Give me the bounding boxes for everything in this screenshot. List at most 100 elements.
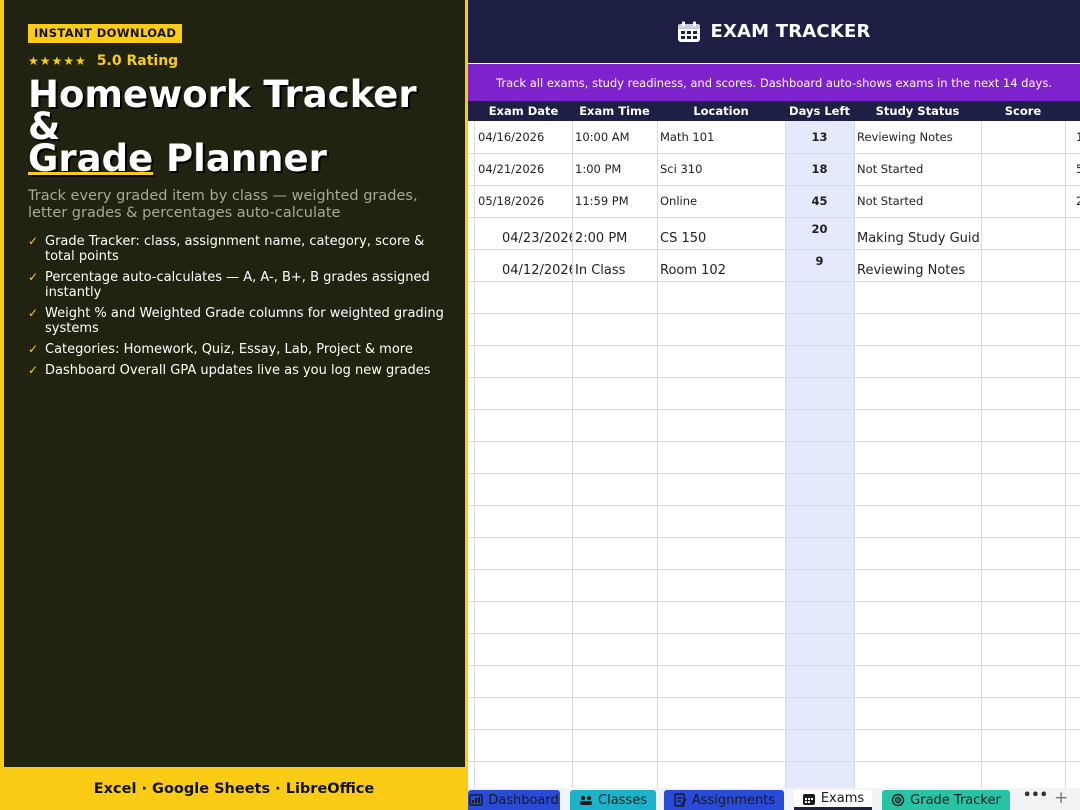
tab-grade-tracker[interactable]: Grade Tracker — [882, 790, 1010, 810]
grid-row-line — [468, 601, 1080, 602]
score-cell[interactable]: 50 — [1076, 162, 1080, 176]
exam-time-cell[interactable]: 1:00 PM — [575, 162, 655, 176]
dashboard-icon — [469, 794, 483, 806]
calendar-icon — [678, 21, 701, 42]
exam-time-cell[interactable]: 2:00 PM — [575, 231, 655, 246]
table-row[interactable]: 04/12/2026 In Class Room 102 9 Reviewing Not… — [468, 249, 1080, 281]
days-left-cell[interactable]: 9 — [785, 254, 854, 268]
feature-text: Percentage auto-calculates — A, A-, B+, … — [45, 270, 430, 300]
check-icon: ✓ — [28, 363, 39, 377]
grid-row-line — [468, 505, 1080, 506]
tab-label: Exams — [820, 791, 865, 806]
location-cell[interactable]: Online — [660, 194, 783, 208]
feature-item: ✓ Grade Tracker: class, assignment name, … — [28, 234, 453, 264]
tab-dashboard[interactable]: Dashboard — [468, 790, 560, 810]
check-icon: ✓ — [28, 342, 39, 356]
exam-date-cell[interactable]: 04/23/2026 — [502, 231, 572, 246]
grid-row-line — [468, 697, 1080, 698]
days-left-cell[interactable]: 18 — [785, 162, 854, 176]
col-study-status-header[interactable]: Study Status — [854, 101, 981, 121]
location-cell[interactable]: Sci 310 — [660, 162, 783, 176]
tab-label: Classes — [598, 792, 647, 808]
feature-text: Weight % and Weighted Grade columns for … — [45, 306, 444, 336]
feature-item: ✓ Categories: Homework, Quiz, Essay, Lab,… — [28, 342, 453, 357]
exam-time-cell[interactable]: 11:59 PM — [575, 194, 655, 208]
exam-date-cell[interactable]: 04/21/2026 — [478, 162, 570, 176]
exams-icon — [802, 793, 815, 805]
tab-classes[interactable]: Classes — [570, 790, 656, 810]
exam-date-cell[interactable]: 04/12/2026 — [502, 263, 572, 278]
more-tabs-button[interactable]: ••• — [1023, 788, 1048, 810]
col-exam-date-header[interactable]: Exam Date — [475, 101, 572, 121]
feature-text: Grade Tracker: class, assignment name, c… — [45, 234, 425, 264]
table-row[interactable]: 05/18/2026 11:59 PM Online45Not Started 20 — [468, 185, 1080, 217]
grid-row-line — [468, 281, 1080, 282]
feature-item: ✓ Dashboard Overall GPA updates live as y… — [28, 363, 453, 378]
exam-date-cell[interactable]: 05/18/2026 — [478, 194, 570, 208]
promo-card: INSTANT DOWNLOAD ★★★★★ 5.0 Rating Homewo… — [4, 0, 465, 767]
grid-row-line — [468, 537, 1080, 538]
promo-subtitle: Track every graded item by class — weigh… — [28, 188, 418, 221]
score-cell[interactable]: 20 — [1076, 194, 1080, 208]
grid-row-line — [468, 409, 1080, 410]
check-icon: ✓ — [28, 234, 39, 248]
col-location-header[interactable]: Location — [657, 101, 785, 121]
feature-text: Dashboard Overall GPA updates live as yo… — [45, 363, 431, 378]
exam-time-cell[interactable]: 10:00 AM — [575, 130, 655, 144]
feature-list: ✓ Grade Tracker: class, assignment name, … — [28, 234, 453, 384]
days-left-cell[interactable]: 45 — [785, 194, 854, 208]
title-line-3: Grade Planner — [28, 140, 458, 177]
tab-exams[interactable]: Exams — [794, 790, 872, 810]
assignments-icon — [674, 793, 687, 807]
sheet-title: EXAM TRACKER — [710, 21, 871, 42]
col-exam-time-header[interactable]: Exam Time — [572, 101, 657, 121]
feature-item: ✓ Percentage auto-calculates — A, A-, B+,… — [28, 270, 453, 300]
study-status-cell[interactable]: Reviewing Notes — [857, 263, 979, 278]
col-score-header[interactable]: Score — [981, 101, 1065, 121]
days-left-cell[interactable]: 13 — [785, 130, 854, 144]
score-cell[interactable]: 10 — [1076, 130, 1080, 144]
add-sheet-button[interactable]: + — [1054, 788, 1068, 810]
star-rating-icon: ★★★★★ — [28, 54, 87, 68]
check-icon: ✓ — [28, 270, 39, 284]
feature-item: ✓ Weight % and Weighted Grade columns for… — [28, 306, 453, 336]
grid-row-line — [468, 377, 1080, 378]
classes-icon — [580, 795, 592, 805]
study-status-cell[interactable]: Making Study Guide — [857, 231, 979, 246]
table-row[interactable]: 04/21/2026 1:00 PM Sci 31018Not Started 50 — [468, 153, 1080, 185]
days-left-cell[interactable]: 20 — [785, 222, 854, 236]
compatibility-footer: Excel · Google Sheets · LibreOffice — [93, 780, 375, 797]
tab-assignments[interactable]: Assignments — [664, 790, 784, 810]
location-cell[interactable]: Room 102 — [660, 263, 783, 278]
info-banner: Track all exams, study readiness, and sc… — [468, 64, 1080, 101]
check-icon: ✓ — [28, 306, 39, 320]
data-grid[interactable]: 04/16/2026 10:00 AM Math 101 13 Reviewing No… — [468, 121, 1080, 788]
target-icon — [891, 793, 905, 807]
rating-text: 5.0 Rating — [96, 53, 179, 69]
table-row[interactable]: 04/16/2026 10:00 AM Math 101 13 Reviewing No… — [468, 121, 1080, 153]
sheet-tabs-bar: ••• + Dashboard Classes Assignments Exams Gr… — [468, 788, 1080, 810]
grid-row-line — [468, 569, 1080, 570]
sheet-header: EXAM TRACKER — [468, 0, 1080, 63]
title-accent-word: Grade — [28, 137, 154, 180]
promo-title: Homework Tracker & Grade Planner — [28, 76, 458, 177]
tab-label: Grade Tracker — [910, 792, 1001, 808]
col-days-left-header[interactable]: Days Left — [785, 101, 854, 121]
location-cell[interactable]: Math 101 — [660, 130, 783, 144]
grid-row-line — [468, 761, 1080, 762]
title-line-3-rest: Planner — [153, 137, 327, 180]
column-header-row: Exam Date Exam Time Location Days Left Study… — [468, 101, 1080, 121]
study-status-cell[interactable]: Reviewing Notes — [857, 130, 979, 144]
location-cell[interactable]: CS 150 — [660, 231, 783, 246]
exam-date-cell[interactable]: 04/16/2026 — [478, 130, 570, 144]
study-status-cell[interactable]: Not Started — [857, 194, 979, 208]
table-row[interactable]: 04/23/2026 2:00 PM CS 150 20 Making Study Gu… — [468, 217, 1080, 249]
rating-row: ★★★★★ 5.0 Rating — [28, 52, 178, 70]
tab-label: Dashboard — [488, 792, 559, 808]
exam-time-cell[interactable]: In Class — [575, 263, 655, 278]
grid-row-line — [468, 665, 1080, 666]
spreadsheet-view: EXAM TRACKER Track all exams, study read… — [468, 0, 1080, 810]
study-status-cell[interactable]: Not Started — [857, 162, 979, 176]
promo-panel: INSTANT DOWNLOAD ★★★★★ 5.0 Rating Homewo… — [0, 0, 468, 810]
grid-row-line — [468, 313, 1080, 314]
